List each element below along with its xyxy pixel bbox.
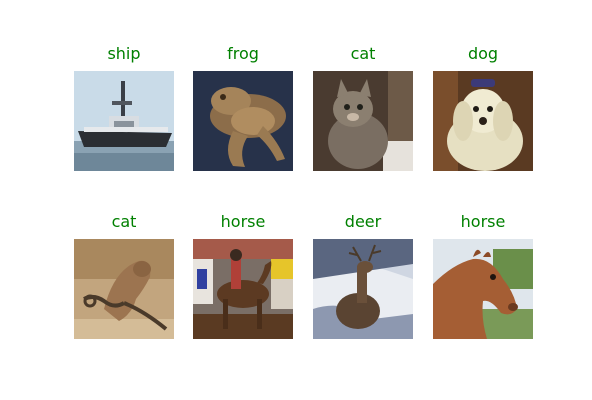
horse-photo xyxy=(193,239,293,339)
image-label: horse xyxy=(220,212,266,231)
image-label: dog xyxy=(467,44,499,63)
image-label: cat xyxy=(111,212,137,231)
image-label: horse xyxy=(460,212,506,231)
dog-photo xyxy=(433,71,533,171)
grid-item-deer: deer xyxy=(313,212,413,339)
image-label: frog xyxy=(227,44,259,63)
horse-photo xyxy=(433,239,533,339)
cat-photo xyxy=(313,71,413,171)
grid-item-ship: ship xyxy=(74,44,174,171)
grid-item-frog: frog xyxy=(193,44,293,171)
deer-photo xyxy=(313,239,413,339)
cat-photo xyxy=(74,239,174,339)
grid-item-cat-2: cat xyxy=(74,212,174,339)
grid-item-dog: dog xyxy=(433,44,533,171)
grid-item-horse-2: horse xyxy=(433,212,533,339)
grid-item-cat-1: cat xyxy=(313,44,413,171)
image-label: ship xyxy=(107,44,141,63)
grid-item-horse-1: horse xyxy=(193,212,293,339)
image-label: cat xyxy=(350,44,376,63)
image-label: deer xyxy=(344,212,382,231)
frog-photo xyxy=(193,71,293,171)
ship-photo xyxy=(74,71,174,171)
